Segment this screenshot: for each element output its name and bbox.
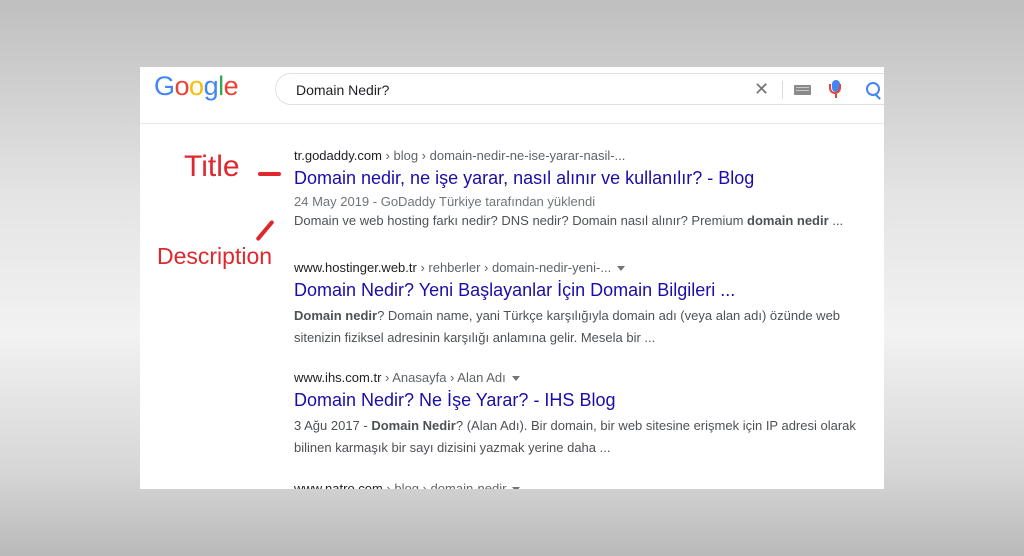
result-url[interactable]: www.ihs.com.tr › Anasayfa › Alan Adı	[294, 370, 874, 385]
result-breadcrumb: › blog › domain-nedir-ne-ise-yarar-nasil…	[381, 148, 626, 163]
result-domain: www.hostinger.web.tr	[294, 260, 417, 275]
search-result: www.ihs.com.tr › Anasayfa › Alan Adı Dom…	[294, 370, 874, 459]
desc-highlight: domain nedir	[747, 213, 829, 228]
google-logo[interactable]: Google	[154, 71, 239, 102]
annotation-description-label: Description	[157, 243, 273, 269]
search-header: Google ✕	[140, 67, 884, 124]
logo-letter: g	[203, 71, 219, 101]
divider	[782, 81, 783, 99]
desc-text: Domain ve web hosting farkı nedir? DNS n…	[294, 213, 748, 228]
result-title[interactable]: Domain Nedir? Ne İşe Yarar? - IHS Blog	[294, 390, 874, 411]
result-title[interactable]: Domain Nedir? Yeni Başlayanlar İçin Doma…	[294, 280, 874, 301]
result-domain: www.natro.com	[294, 481, 383, 489]
result-url[interactable]: www.natro.com › blog › domain-nedir	[294, 481, 874, 489]
result-title[interactable]: Domain nedir, ne işe yarar, nasıl alınır…	[294, 168, 874, 189]
result-breadcrumb: › blog › domain-nedir	[382, 481, 507, 489]
search-result: tr.godaddy.com › blog › domain-nedir-ne-…	[294, 148, 874, 232]
chevron-down-icon[interactable]	[617, 266, 626, 272]
desc-highlight: Domain Nedir	[371, 418, 456, 433]
desc-text: 3 Ağu 2017 -	[294, 418, 372, 433]
search-result: www.natro.com › blog › domain-nedir	[294, 481, 874, 489]
desc-text: ...	[828, 213, 844, 228]
result-url[interactable]: www.hostinger.web.tr › rehberler › domai…	[294, 260, 874, 275]
chevron-down-icon[interactable]	[511, 376, 520, 382]
search-box[interactable]: ✕	[275, 73, 884, 105]
result-description: 3 Ağu 2017 - Domain Nedir? (Alan Adı). B…	[294, 415, 874, 459]
result-meta: 24 May 2019 - GoDaddy Türkiye tarafından…	[294, 194, 596, 209]
result-url[interactable]: tr.godaddy.com › blog › domain-nedir-ne-…	[294, 148, 874, 163]
result-breadcrumb: › Anasayfa › Alan Adı	[381, 370, 506, 385]
result-breadcrumb: › rehberler › domain-nedir-yeni-...	[416, 260, 612, 275]
search-results-screenshot: Google ✕ tr.godaddy.com › blog › domain-…	[140, 67, 884, 489]
result-domain: tr.godaddy.com	[294, 148, 382, 163]
result-domain: www.ihs.com.tr	[294, 370, 382, 385]
search-result: www.hostinger.web.tr › rehberler › domai…	[294, 260, 874, 349]
chevron-down-icon[interactable]	[512, 487, 521, 489]
result-description: Domain nedir? Domain name, yani Türkçe k…	[294, 305, 874, 349]
annotation-title-label: Title	[184, 150, 240, 183]
logo-letter: e	[223, 71, 239, 101]
search-icon[interactable]	[866, 82, 880, 96]
keyboard-icon[interactable]	[794, 85, 811, 95]
logo-letter: o	[189, 71, 204, 101]
search-input[interactable]	[294, 79, 738, 101]
logo-letter: o	[174, 71, 190, 101]
result-description: Domain ve web hosting farkı nedir? DNS n…	[294, 210, 874, 232]
logo-letter: G	[154, 71, 175, 101]
microphone-stand	[829, 84, 841, 94]
desc-highlight: Domain nedir	[294, 308, 378, 323]
close-icon[interactable]: ✕	[754, 79, 769, 100]
annotation-title-pointer	[258, 172, 281, 176]
